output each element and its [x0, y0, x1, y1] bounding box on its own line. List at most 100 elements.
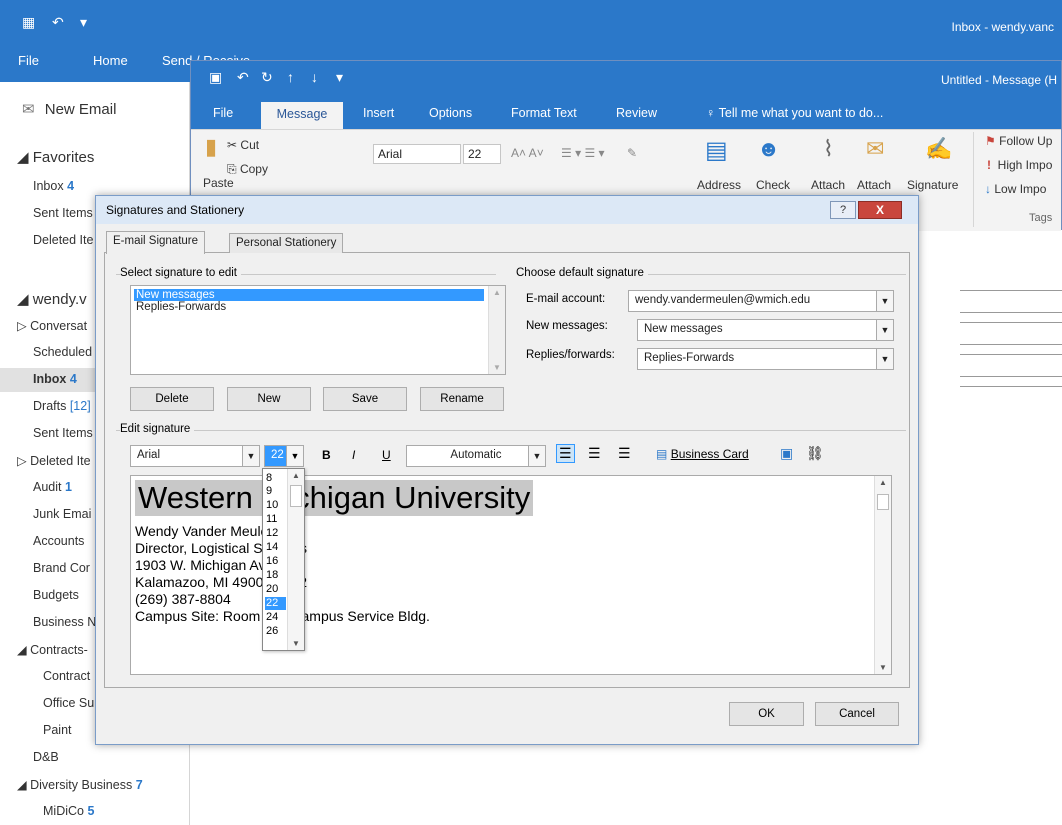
new-messages-select[interactable]: New messages ▼	[637, 319, 894, 341]
tell-me-box[interactable]: ♀ Tell me what you want to do...	[706, 106, 883, 120]
clear-format-icon[interactable]: ✎	[627, 146, 637, 160]
nav-folder-scheduled[interactable]: Scheduled	[33, 345, 92, 359]
nav-folder-midico[interactable]: MiDiCo 5	[43, 804, 94, 818]
size-option[interactable]: 12	[265, 527, 286, 540]
nav-folder-office[interactable]: Office Su	[43, 696, 94, 710]
chevron-down-icon[interactable]: ▼	[876, 320, 893, 340]
insert-picture-icon[interactable]: ▣	[780, 445, 793, 462]
nav-folder-conversation[interactable]: ▷ Conversat	[17, 318, 87, 333]
close-button[interactable]: X	[858, 201, 902, 219]
size-option-selected[interactable]: 22	[265, 597, 286, 610]
nav-folder-paint[interactable]: Paint	[43, 723, 72, 737]
tab-email-signature[interactable]: E-mail Signature	[106, 231, 206, 254]
new-email-button[interactable]: ✉ New Email	[22, 100, 116, 118]
nav-folder-accounts[interactable]: Accounts	[33, 534, 84, 548]
ribbon-font-select[interactable]: Arial	[373, 144, 461, 164]
attach-file-button[interactable]: Attach	[811, 178, 845, 192]
list-item[interactable]: Replies-Forwards	[134, 301, 228, 313]
nav-folder-contracts[interactable]: ◢ Contracts-	[17, 642, 88, 657]
favorites-header[interactable]: ◢ Favorites	[17, 148, 94, 166]
nav-folder-sent[interactable]: Sent Items	[33, 426, 93, 440]
tab-file[interactable]: File	[18, 53, 39, 68]
nav-fav-sent[interactable]: Sent Items	[33, 206, 93, 220]
size-option[interactable]: 11	[265, 513, 286, 526]
chevron-down-icon[interactable]: ▼	[286, 446, 303, 466]
account-header[interactable]: ◢ wendy.v	[17, 290, 87, 308]
msg-tab-format-text[interactable]: Format Text	[511, 106, 577, 120]
nav-folder-deleted[interactable]: ▷ Deleted Ite	[17, 453, 91, 468]
chevron-down-icon[interactable]: ▼	[242, 446, 259, 466]
new-button[interactable]: New	[227, 387, 311, 411]
align-center-icon[interactable]: ☰	[588, 445, 601, 462]
signature-button[interactable]: Signature	[907, 178, 958, 192]
hyperlink-icon[interactable]: ⛓	[806, 445, 824, 462]
scroll-up-icon[interactable]: ▲	[493, 288, 501, 297]
attach-item-button[interactable]: Attach	[857, 178, 891, 192]
check-names-icon[interactable]: ☻	[757, 136, 780, 162]
down-arrow-icon[interactable]: ↓	[311, 69, 318, 85]
undo-icon[interactable]: ↶	[237, 69, 249, 86]
scroll-down-icon[interactable]: ▼	[493, 363, 501, 372]
font-color-select[interactable]: Automatic ▼	[406, 445, 546, 467]
nav-fav-inbox[interactable]: Inbox 4	[33, 179, 74, 193]
align-left-icon[interactable]: ☰	[556, 444, 575, 463]
qat-customize-icon[interactable]: ▾	[336, 69, 343, 86]
size-option[interactable]: 8	[265, 472, 286, 485]
size-option[interactable]: 14	[265, 541, 286, 554]
scroll-thumb[interactable]	[877, 494, 889, 510]
cancel-button[interactable]: Cancel	[815, 702, 899, 726]
qat-customize-icon[interactable]: ▾	[80, 14, 87, 31]
grow-font-icon[interactable]: A˄ A˅	[511, 146, 544, 160]
rename-button[interactable]: Rename	[420, 387, 504, 411]
follow-up-button[interactable]: ⚑ Follow Up	[985, 134, 1052, 148]
chevron-down-icon[interactable]: ▼	[876, 349, 893, 369]
size-option[interactable]: 20	[265, 583, 286, 596]
undo-icon[interactable]: ↶	[52, 14, 64, 31]
paste-button[interactable]: Paste	[203, 176, 234, 190]
ribbon-size-select[interactable]: 22	[463, 144, 501, 164]
scroll-up-icon[interactable]: ▲	[879, 478, 887, 487]
size-option[interactable]: 16	[265, 555, 286, 568]
nav-folder-business[interactable]: Business N	[33, 615, 96, 629]
ok-button[interactable]: OK	[729, 702, 804, 726]
size-dropdown-scrollbar[interactable]: ▲ ▼	[287, 469, 304, 650]
msg-tab-options[interactable]: Options	[429, 106, 472, 120]
save-icon[interactable]: ▣	[209, 69, 222, 86]
chevron-down-icon[interactable]: ▼	[876, 291, 893, 311]
size-option[interactable]: 18	[265, 569, 286, 582]
attach-item-icon[interactable]: ✉	[866, 136, 884, 162]
paperclip-icon[interactable]: ⌇	[823, 136, 834, 162]
tab-personal-stationery[interactable]: Personal Stationery	[229, 233, 344, 253]
size-option[interactable]: 9	[265, 485, 286, 498]
size-option[interactable]: 26	[265, 625, 286, 638]
bold-button[interactable]: B	[322, 448, 331, 462]
msg-tab-file[interactable]: File	[213, 106, 233, 120]
chevron-down-icon[interactable]: ▼	[528, 446, 545, 466]
replies-forwards-select[interactable]: Replies-Forwards ▼	[637, 348, 894, 370]
size-option[interactable]: 10	[265, 499, 286, 512]
tab-home[interactable]: Home	[93, 53, 128, 68]
delete-button[interactable]: Delete	[130, 387, 214, 411]
font-select[interactable]: Arial ▼	[130, 445, 260, 467]
signature-list[interactable]: New messages Replies-Forwards ▲ ▼	[130, 285, 506, 375]
signature-editor[interactable]: Western Michigan University Wendy Vander…	[130, 475, 892, 675]
signature-icon[interactable]: ✍	[925, 136, 952, 162]
nav-folder-audit[interactable]: Audit 1	[33, 480, 72, 494]
msg-tab-message[interactable]: Message	[261, 102, 343, 129]
list-item[interactable]: New messages	[134, 289, 484, 301]
help-button[interactable]: ?	[830, 201, 856, 219]
low-importance-button[interactable]: ↓ Low Impo	[985, 182, 1046, 196]
align-right-icon[interactable]: ☰	[618, 445, 631, 462]
high-importance-button[interactable]: ! High Impo	[987, 158, 1052, 172]
redo-icon[interactable]: ↻	[261, 69, 273, 86]
address-book-icon[interactable]: ▤	[705, 136, 728, 165]
nav-folder-db[interactable]: D&B	[33, 750, 59, 764]
check-names-button[interactable]: Check	[756, 178, 790, 192]
scroll-down-icon[interactable]: ▼	[879, 663, 887, 672]
nav-folder-contract[interactable]: Contract	[43, 669, 90, 683]
nav-folder-drafts[interactable]: Drafts [12]	[33, 399, 91, 413]
font-size-dropdown[interactable]: 8 9 10 11 12 14 16 18 20 22 24 26 ▲ ▼	[262, 468, 305, 651]
email-account-select[interactable]: wendy.vandermeulen@wmich.edu ▼	[628, 290, 894, 312]
italic-button[interactable]: I	[352, 448, 355, 462]
nav-folder-brand[interactable]: Brand Cor	[33, 561, 90, 575]
